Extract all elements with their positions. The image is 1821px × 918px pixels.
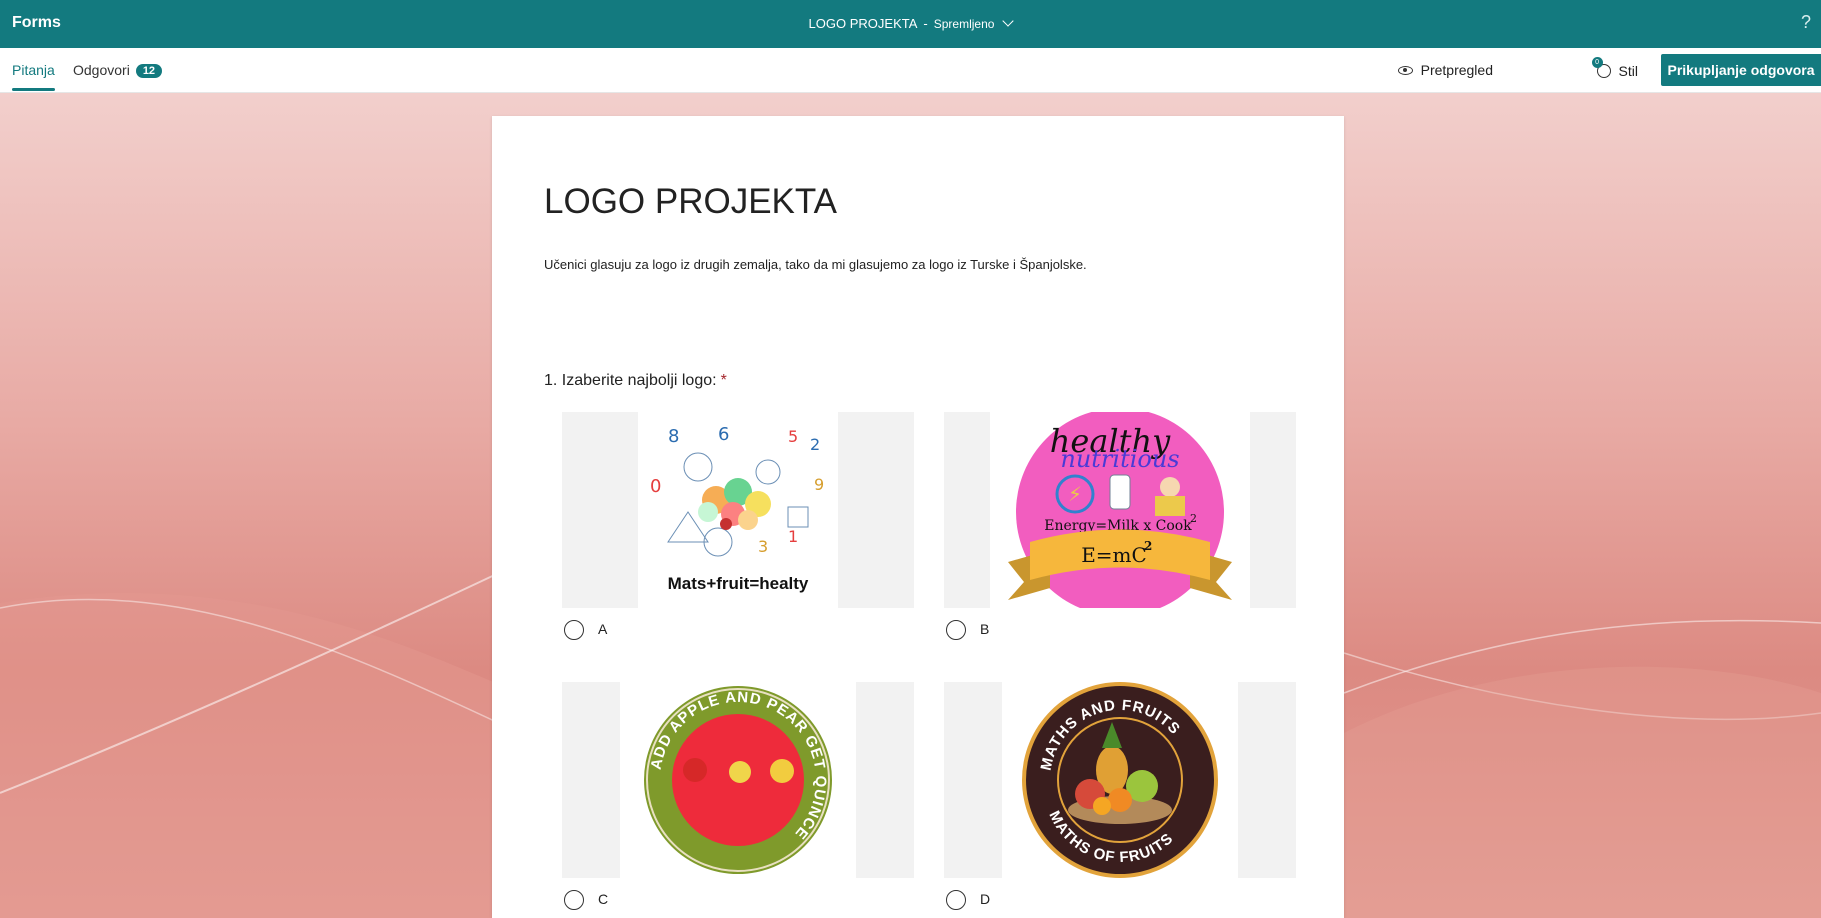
option-b-row[interactable]: B	[944, 608, 1296, 640]
active-tab-indicator	[12, 88, 55, 91]
collect-responses-button[interactable]: Prikupljanje odgovora	[1661, 54, 1821, 86]
option-b-image[interactable]: healthy nutritious ⚡ Energy=Milk x Cook …	[944, 412, 1296, 608]
logo-image-c: ADD APPLE AND PEAR GET QUINCE	[620, 682, 856, 878]
option-d-label[interactable]: D	[980, 891, 990, 907]
option-b[interactable]: healthy nutritious ⚡ Energy=Milk x Cook …	[944, 412, 1296, 640]
logo-b-formula-2: E=mC	[1081, 543, 1147, 567]
logo-a-caption: Mats+fruit=healty	[668, 574, 809, 593]
option-b-label[interactable]: B	[980, 621, 989, 637]
command-bar: Pitanja Odgovori 12 Pretpregled 0 Stil Pri…	[0, 48, 1821, 93]
logo-b-formula-2-exponent: 2	[1144, 539, 1152, 553]
top-bar: Forms LOGO PROJEKTA - Spremljeno ?	[0, 0, 1821, 48]
option-d-row[interactable]: D	[944, 878, 1296, 910]
radio-a[interactable]	[564, 620, 584, 640]
svg-text:9: 9	[814, 475, 824, 494]
palette-icon: 0	[1591, 57, 1611, 78]
option-c[interactable]: ADD APPLE AND PEAR GET QUINCE C	[562, 682, 914, 910]
preview-label: Pretpregled	[1420, 62, 1493, 78]
question-title[interactable]: 1. Izaberite najbolji logo: *	[544, 372, 727, 390]
logo-b-formula-1-exponent: 2	[1190, 512, 1197, 525]
logo-image-a: 8 6 5 2 0 9 3 1 Mats+fruit=healty	[638, 412, 838, 608]
option-c-image[interactable]: ADD APPLE AND PEAR GET QUINCE	[562, 682, 914, 878]
option-a[interactable]: 8 6 5 2 0 9 3 1 Mats+fruit=healty A	[562, 412, 914, 640]
form-card: LOGO PROJEKTA Učenici glasuju za logo iz…	[492, 116, 1344, 918]
tab-questions-label: Pitanja	[12, 62, 55, 78]
radio-c[interactable]	[564, 890, 584, 910]
form-title[interactable]: LOGO PROJEKTA	[544, 182, 837, 222]
style-button[interactable]: 0 Stil	[1591, 57, 1638, 79]
svg-text:5: 5	[788, 427, 798, 446]
option-c-label[interactable]: C	[598, 891, 608, 907]
question-text: Izaberite najbolji logo:	[561, 372, 717, 389]
radio-d[interactable]	[946, 890, 966, 910]
svg-text:6: 6	[718, 424, 729, 445]
question-number: 1.	[544, 372, 558, 389]
preview-button[interactable]: Pretpregled	[1397, 62, 1493, 78]
save-status: Spremljeno	[933, 17, 995, 31]
form-description[interactable]: Učenici glasuju za logo iz drugih zemalj…	[544, 257, 1087, 272]
svg-text:8: 8	[668, 426, 679, 447]
svg-text:1: 1	[788, 527, 798, 546]
svg-text:0: 0	[650, 476, 661, 497]
svg-text:⚡: ⚡	[1068, 484, 1082, 506]
svg-text:3: 3	[758, 537, 768, 556]
required-marker: *	[720, 372, 727, 389]
logo-image-b: healthy nutritious ⚡ Energy=Milk x Cook …	[990, 412, 1250, 608]
tab-responses[interactable]: Odgovori 12	[73, 62, 163, 79]
title-separator: -	[923, 16, 928, 31]
option-d[interactable]: MATHS AND FRUITS MATHS OF FRUITS D	[944, 682, 1296, 910]
option-d-image[interactable]: MATHS AND FRUITS MATHS OF FRUITS	[944, 682, 1296, 878]
style-badge: 0	[1591, 57, 1603, 68]
logo-b-word-2: nutritious	[1060, 445, 1179, 473]
document-title-area[interactable]: LOGO PROJEKTA - Spremljeno	[0, 15, 1821, 31]
option-a-label[interactable]: A	[598, 621, 607, 637]
radio-b[interactable]	[946, 620, 966, 640]
style-label: Stil	[1618, 63, 1638, 79]
svg-text:2: 2	[810, 435, 820, 454]
help-icon[interactable]: ?	[1801, 12, 1811, 33]
chevron-down-icon[interactable]	[1002, 15, 1015, 27]
tab-questions[interactable]: Pitanja	[12, 62, 55, 91]
eye-icon	[1397, 66, 1413, 75]
document-title[interactable]: LOGO PROJEKTA	[809, 16, 918, 31]
option-a-row[interactable]: A	[562, 608, 914, 640]
option-c-row[interactable]: C	[562, 878, 914, 910]
logo-image-d: MATHS AND FRUITS MATHS OF FRUITS	[1002, 682, 1238, 878]
tab-responses-label: Odgovori	[73, 62, 130, 78]
responses-count-badge: 12	[135, 64, 163, 78]
option-a-image[interactable]: 8 6 5 2 0 9 3 1 Mats+fruit=healty	[562, 412, 914, 608]
